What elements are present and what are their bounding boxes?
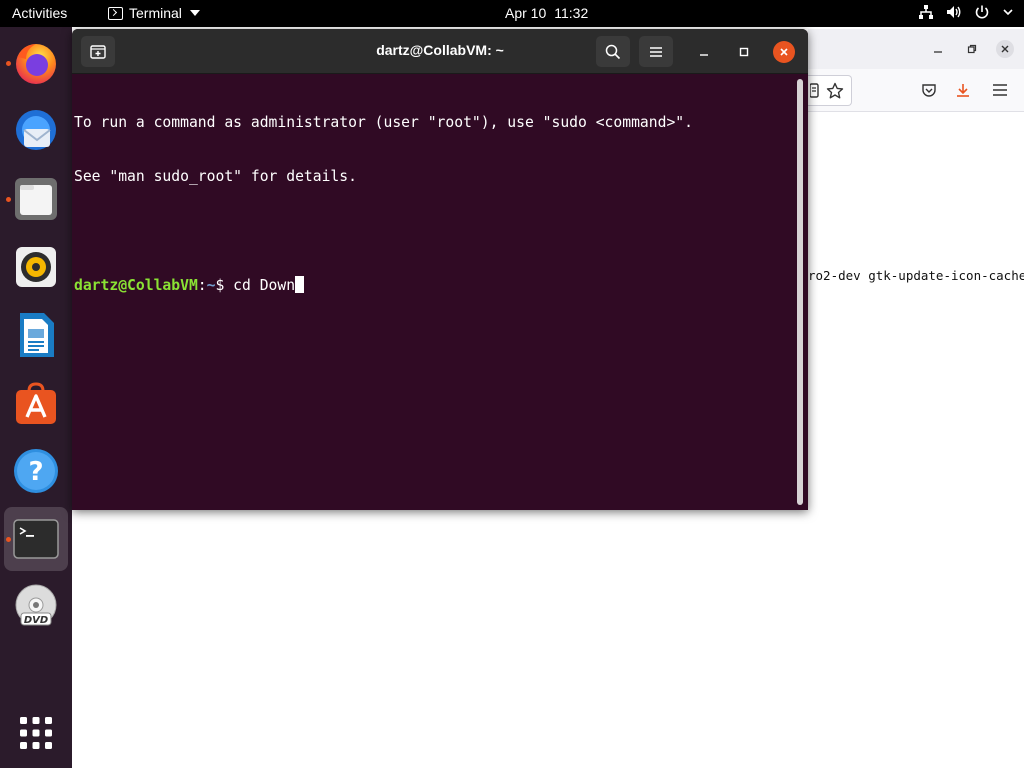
top-bar: Activities Terminal Apr 10 11:32 [0,0,1024,27]
close-icon[interactable] [996,40,1014,58]
rhythmbox-icon [16,247,56,287]
terminal-icon [108,6,123,20]
dock-item-software[interactable] [4,371,68,435]
running-indicator [6,537,11,542]
text-cursor [295,276,305,293]
minimize-button[interactable] [693,41,715,63]
terminal-output[interactable]: To run a command as administrator (user … [72,74,796,510]
activities-button[interactable]: Activities [12,5,67,21]
dock-item-terminal[interactable] [4,507,68,571]
app-menu-label: Terminal [129,5,182,21]
dock-item-files[interactable] [4,167,68,231]
dock-item-dvd[interactable]: DVD [4,575,68,639]
software-icon [16,382,56,424]
clock-date: Apr 10 [505,5,547,21]
prompt-line[interactable]: dartz@CollabVM:~$ cd Down [74,276,796,294]
search-button[interactable] [596,36,630,67]
volume-icon [946,4,962,20]
maximize-button[interactable] [733,41,755,63]
running-indicator [6,61,11,66]
power-icon [974,4,990,20]
minimize-icon[interactable] [929,40,947,58]
terminal-scrollbar[interactable] [797,79,803,505]
chevron-down-icon [189,10,200,16]
hamburger-menu-icon [650,46,662,57]
firefox-toolbar [808,69,1024,112]
bookmark-star-icon[interactable] [826,82,844,105]
firefox-icon [16,44,56,84]
terminal-icon [13,519,59,559]
url-bar[interactable] [808,75,852,106]
minimize-icon [700,54,708,56]
show-applications-button[interactable] [4,701,68,765]
prompt-separator: : [197,277,207,294]
close-button[interactable] [773,41,795,63]
restore-icon[interactable] [963,40,981,58]
maximize-icon [739,47,749,57]
reader-view-icon[interactable] [809,83,820,104]
prompt-symbol: $ [215,277,234,294]
prompt-user: dartz@CollabVM [74,277,198,294]
dock-item-firefox[interactable] [4,31,68,95]
output-line: See "man sudo_root" for details. [74,168,357,185]
dvd-icon: DVD [15,584,57,626]
firefox-window[interactable]: ro2-dev gtk-update-icon-cache [808,29,1024,768]
close-icon [780,48,788,56]
system-tray[interactable] [918,4,1014,20]
clock[interactable]: Apr 10 11:32 [505,5,588,21]
writer-icon [20,313,54,357]
output-line: To run a command as administrator (user … [74,114,693,131]
network-icon [918,4,934,20]
help-icon: ? [14,449,58,493]
command-input[interactable]: cd Down [233,277,295,294]
terminal-window[interactable]: dartz@CollabVM: ~ To run a command as ad… [72,29,808,510]
dvd-label: DVD [24,615,48,626]
downloads-icon[interactable] [952,79,974,101]
dock-item-writer[interactable] [4,303,68,367]
firefox-titlebar[interactable] [808,29,1024,69]
chevron-down-icon [1002,6,1014,18]
app-grid-icon [20,717,52,749]
app-menu[interactable]: Terminal [108,5,200,21]
svg-text:?: ? [28,457,43,487]
dock-item-thunderbird[interactable] [4,99,68,163]
dock-item-help[interactable]: ? [4,439,68,503]
dock: ? DVD [0,27,72,768]
dock-item-rhythmbox[interactable] [4,235,68,299]
menu-button[interactable] [639,36,673,67]
hamburger-menu-icon[interactable] [989,79,1011,101]
pocket-icon[interactable] [918,79,940,101]
terminal-headerbar[interactable]: dartz@CollabVM: ~ [72,29,808,74]
clock-time: 11:32 [554,5,589,21]
files-icon [15,178,57,220]
page-content-text: ro2-dev gtk-update-icon-cache [808,268,1024,283]
running-indicator [6,197,11,202]
search-icon [605,44,621,59]
thunderbird-icon [16,110,56,150]
